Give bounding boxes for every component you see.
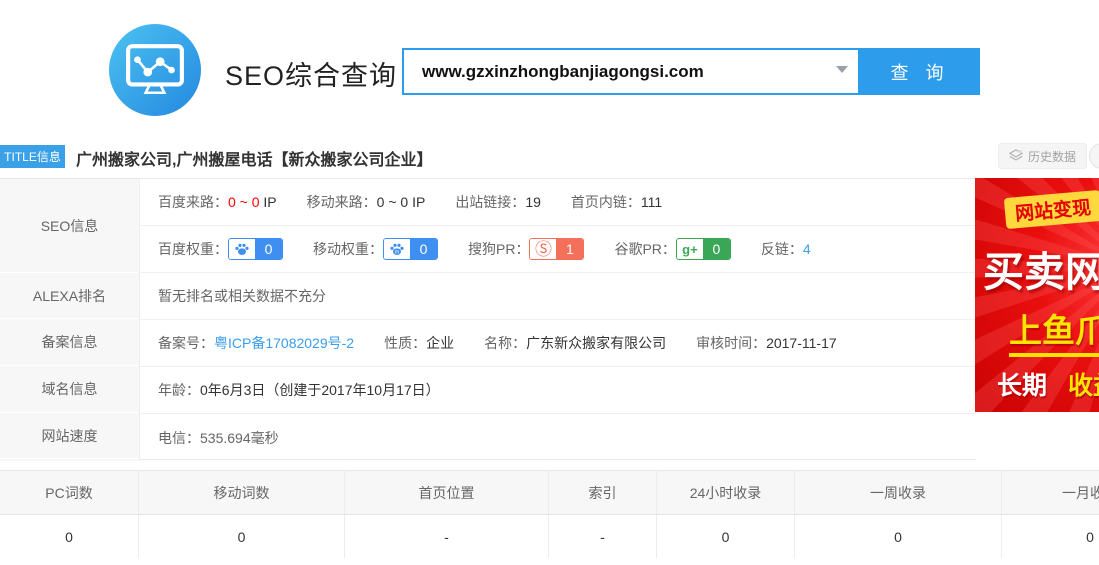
row-label-domain: 域名信息 [0,366,139,413]
baidu-traffic-unit: IP [263,194,276,210]
history-data-label: 历史数据 [1028,148,1076,165]
seo-traffic-row: 百度来路： 0 ~ 0 IP 移动来路： 0 ~ 0 IP 出站链接： 19 首… [140,179,976,226]
domain-age-value: 0年6月3日（创建于2017年10月17日） [200,380,440,400]
baidu-weight-label: 百度权重： [158,239,228,259]
title-info-badge: TITLE信息 [0,145,65,168]
icp-nature-label: 性质： [384,333,426,353]
row-label-alexa: ALEXA排名 [0,273,139,319]
mobile-paw-icon: m [384,239,410,259]
icp-nature-value: 企业 [426,333,454,353]
icp-name-label: 名称： [484,333,526,353]
col-header-index: 索引 [549,471,657,514]
outbound-links-value: 19 [525,194,541,210]
col-header-home-position: 首页位置 [345,471,549,514]
value-pc-words: 0 [0,515,139,558]
alexa-row: 暂无排名或相关数据不充分 [140,273,976,320]
ad-subline: 上鱼爪 [1009,304,1099,357]
ad-headline: 买卖网站 [983,238,1099,298]
ad-footline-white: 长期 [997,372,1047,400]
col-header-24h: 24小时收录 [657,471,795,514]
monitor-chart-icon [124,42,186,98]
google-pr-label: 谷歌PR： [614,239,675,259]
ad-banner[interactable]: 网站变现 买卖网站 上鱼爪 长期 收益 [975,178,1099,412]
value-index: - [549,515,657,558]
sogou-pr-label: 搜狗PR： [468,239,529,259]
col-header-week: 一周收录 [795,471,1002,514]
ad-footline: 长期 收益 [997,366,1099,402]
homepage-links-label: 首页内链： [571,192,641,212]
speed-row: 电信：535.694毫秒 [140,414,976,461]
outbound-links-label: 出站链接： [455,192,525,212]
seo-info-table: SEO信息 ALEXA排名 备案信息 域名信息 网站速度 百度来路： 0 ~ 0… [0,178,976,460]
speed-value: 电信：535.694毫秒 [158,428,279,448]
google-pr-value: 0 [703,239,730,259]
baidu-weight-value: 0 [255,239,282,259]
keyword-stats-table: PC词数 移动词数 首页位置 索引 24小时收录 一周收录 一月收录 0 0 -… [0,470,1099,558]
mobile-weight-badge[interactable]: m 0 [383,238,438,260]
mobile-traffic-label: 移动来路： [307,192,377,212]
ad-footline-yellow: 收益 [1068,372,1099,400]
baidu-paw-icon [229,239,255,259]
col-header-pc-words: PC词数 [0,471,139,514]
value-home-position: - [345,515,549,558]
layers-icon [1009,149,1023,163]
ad-tag: 网站变现 [1004,190,1099,229]
sogou-icon: Ⓢ [535,241,552,258]
row-label-icp: 备案信息 [0,319,139,366]
alexa-value: 暂无排名或相关数据不充分 [158,286,326,306]
baidu-weight-badge[interactable]: 0 [228,238,283,260]
ad-background: 网站变现 买卖网站 上鱼爪 长期 收益 [975,178,1099,412]
query-button[interactable]: 查 询 [860,48,980,95]
col-header-mobile-words: 移动词数 [139,471,345,514]
google-plus-icon: g+ [682,243,698,256]
seo-query-page: SEO综合查询 查 询 TITLE信息 广州搬家公司,广州搬屋电话【新众搬家公司… [0,0,1099,565]
app-logo [109,24,201,116]
page-title: SEO综合查询 [225,54,397,93]
row-label-speed: 网站速度 [0,413,139,459]
label-column: SEO信息 ALEXA排名 备案信息 域名信息 网站速度 [0,179,140,461]
backlinks-label: 反链： [761,239,803,259]
icp-number-link[interactable]: 粤ICP备17082029号-2 [214,333,354,353]
history-data-button[interactable]: 历史数据 [998,143,1087,169]
google-pr-badge[interactable]: g+ 0 [676,238,731,260]
icp-audit-value: 2017-11-17 [766,335,837,351]
keyword-table-header: PC词数 移动词数 首页位置 索引 24小时收录 一周收录 一月收录 [0,471,1099,515]
mobile-traffic-value: 0 ~ 0 IP [377,194,426,210]
value-mobile-words: 0 [139,515,345,558]
value-month: 0 [1002,515,1099,558]
icp-name-value: 广东新众搬家有限公司 [526,333,666,353]
search-input[interactable] [402,48,860,95]
col-header-month: 一月收录 [1002,471,1099,514]
seo-weight-row: 百度权重： 0 移动权重： m 0 搜狗PR： Ⓢ 1 谷歌 [140,226,976,273]
mobile-weight-value: 0 [410,239,437,259]
keyword-table-values: 0 0 - - 0 0 0 [0,515,1099,558]
backlinks-value[interactable]: 4 [803,241,811,257]
site-title-text: 广州搬家公司,广州搬屋电话【新众搬家公司企业】 [76,146,432,170]
domain-age-label: 年龄： [158,380,200,400]
icp-audit-label: 审核时间： [696,333,766,353]
domain-row: 年龄： 0年6月3日（创建于2017年10月17日） [140,367,976,414]
value-24h: 0 [657,515,795,558]
value-week: 0 [795,515,1002,558]
icp-row: 备案号： 粤ICP备17082029号-2 性质： 企业 名称： 广东新众搬家有… [140,320,976,367]
sogou-pr-value: 1 [556,239,583,259]
svg-text:m: m [395,250,400,256]
partial-icon-button[interactable] [1089,143,1099,169]
chevron-down-icon[interactable] [836,66,848,73]
icp-number-label: 备案号： [158,333,214,353]
homepage-links-value: 111 [641,194,662,210]
mobile-weight-label: 移动权重： [313,239,383,259]
baidu-traffic-value: 0 ~ 0 [228,194,260,210]
baidu-traffic-label: 百度来路： [158,192,228,212]
row-label-seo: SEO信息 [0,179,139,273]
sogou-pr-badge[interactable]: Ⓢ 1 [529,238,584,260]
